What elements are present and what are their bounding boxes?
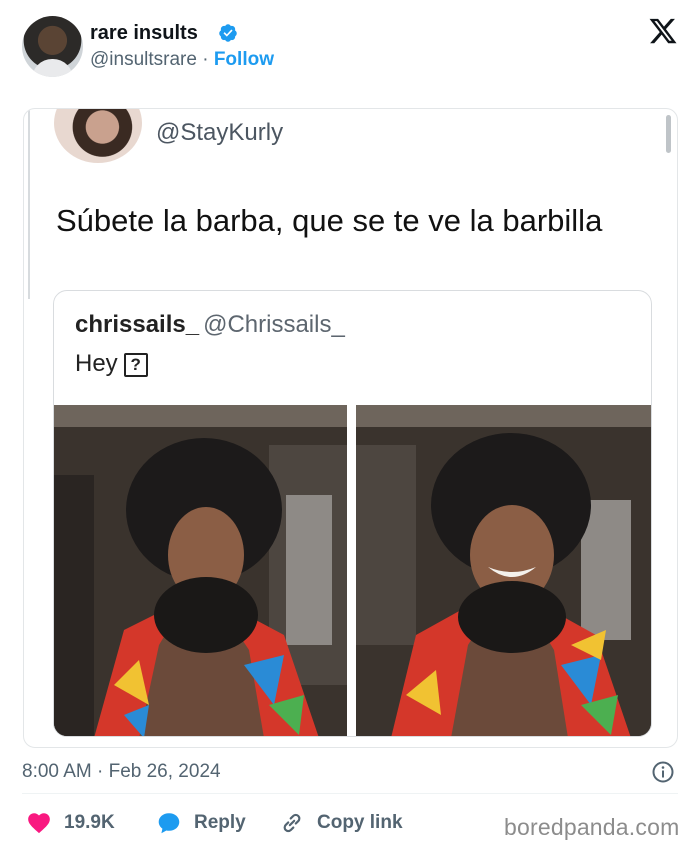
reply-bubble-icon (158, 813, 180, 834)
copy-link-button[interactable]: Copy link (279, 806, 403, 840)
quoted-author: chrissails_ @Chrissails_ (75, 311, 345, 339)
verified-badge-icon (219, 24, 237, 42)
reply-label: Reply (194, 812, 246, 833)
info-icon[interactable] (651, 760, 675, 784)
missing-emoji-icon: ? (123, 353, 148, 377)
author-display-name[interactable]: rare insults (90, 22, 198, 45)
link-icon (283, 813, 301, 833)
heart-icon (28, 813, 50, 834)
quoted-text: Hey? (75, 350, 148, 378)
x-logo-icon[interactable] (648, 16, 678, 46)
tweet-media-screenshot[interactable]: @StayKurly Súbete la barba, que se te ve… (23, 108, 678, 748)
copy-link-label: Copy link (317, 812, 403, 833)
inner-scrollbar (666, 115, 671, 153)
like-button[interactable]: 19.9K (26, 806, 115, 840)
like-count: 19.9K (64, 812, 115, 833)
quoted-name: chrissails_ (75, 311, 200, 338)
photo-left-image (54, 405, 347, 736)
tweet-header: rare insults @insultsrare · Follow (0, 0, 700, 92)
photo-left (54, 405, 347, 736)
reply-button[interactable]: Reply (156, 806, 246, 840)
author-avatar[interactable] (22, 16, 83, 77)
photo-right-image (356, 405, 651, 736)
photo-right (356, 405, 651, 736)
quoted-text-content: Hey (75, 350, 118, 377)
quoted-handle: @Chrissails_ (203, 311, 345, 338)
quoted-post-card: chrissails_ @Chrissails_ Hey? (53, 290, 652, 737)
follow-button[interactable]: Follow (214, 49, 274, 70)
embedded-handle: @StayKurly (156, 119, 284, 146)
embedded-tweet-text: Súbete la barba, que se te ve la barbill… (56, 203, 603, 238)
separator-dot: · (202, 49, 209, 70)
author-handle-row: @insultsrare · Follow (90, 49, 274, 71)
author-handle[interactable]: @insultsrare (90, 49, 197, 70)
tweet-timestamp[interactable]: 8:00 AM · Feb 26, 2024 (22, 761, 221, 783)
divider (22, 793, 678, 794)
thread-line (28, 109, 30, 299)
watermark-text: boredpanda.com (504, 814, 680, 840)
embedded-avatar (54, 109, 142, 163)
